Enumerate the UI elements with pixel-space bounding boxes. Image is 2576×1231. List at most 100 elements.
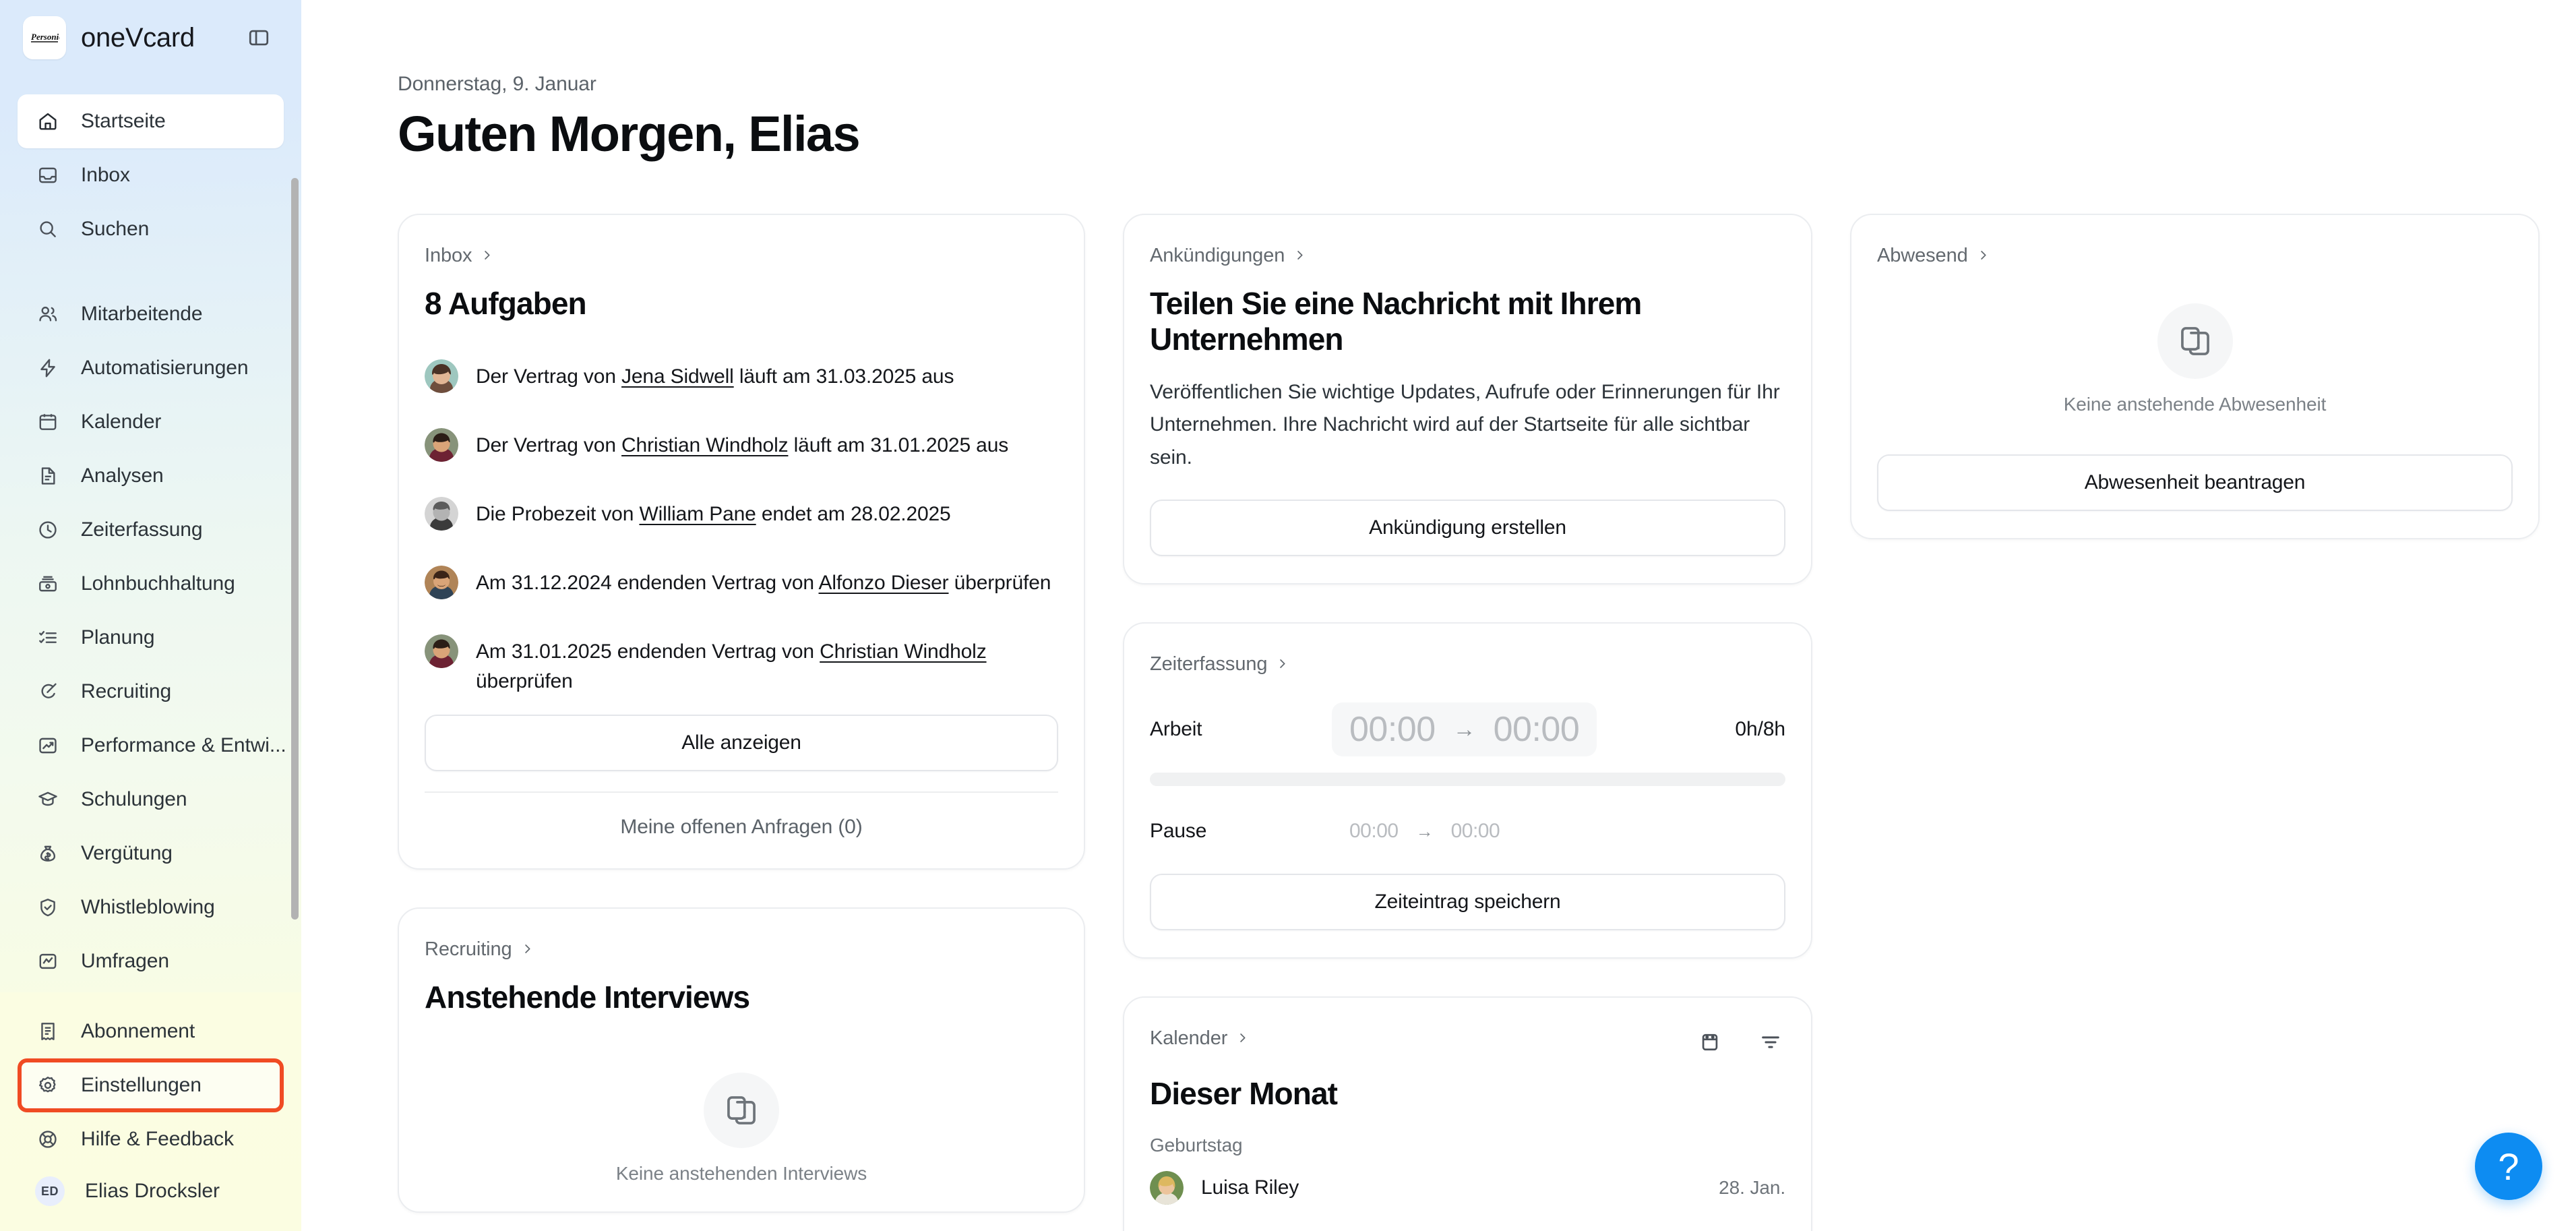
list-item[interactable]: Am 31.01.2025 endenden Vertrag von Chris…	[425, 617, 1058, 715]
sidebar-item-mitarbeitende[interactable]: Mitarbeitende	[18, 287, 284, 341]
break-time-row: Pause 00:00 → 00:00	[1150, 813, 1785, 849]
sidebar-item-startseite[interactable]: Startseite	[18, 94, 284, 148]
sidebar-item-automatisierungen[interactable]: Automatisierungen	[18, 341, 284, 395]
break-end-input[interactable]: 00:00	[1451, 820, 1500, 843]
calendar-card-link[interactable]: Kalender	[1150, 1027, 1249, 1050]
task-prefix: Am 31.12.2024 endenden Vertrag von	[476, 571, 819, 594]
sidebar-item-inbox[interactable]: Inbox	[18, 148, 284, 202]
work-label: Arbeit	[1150, 718, 1202, 741]
chevron-right-icon	[481, 245, 493, 267]
sidebar-item-label: Planung	[81, 626, 155, 649]
sidebar-item-verguetung[interactable]: Vergütung	[18, 827, 284, 880]
inbox-icon	[35, 162, 61, 188]
break-start-input[interactable]: 00:00	[1349, 820, 1399, 843]
panel-left-icon[interactable]	[243, 22, 274, 53]
calendar-view-icon[interactable]	[1695, 1027, 1725, 1057]
task-person-link: Christian Windholz	[820, 640, 987, 663]
inbox-card-link[interactable]: Inbox	[425, 245, 493, 267]
sidebar-item-label: Kalender	[81, 411, 162, 433]
break-label: Pause	[1150, 820, 1207, 843]
page-header: Donnerstag, 9. Januar Guten Morgen, Elia…	[398, 0, 2540, 162]
sidebar-scrollbar[interactable]	[291, 76, 299, 992]
filter-icon[interactable]	[1756, 1027, 1785, 1057]
sidebar-item-kalender[interactable]: Kalender	[18, 395, 284, 449]
request-absence-button[interactable]: Abwesenheit beantragen	[1877, 454, 2513, 511]
absence-empty-state: Keine anstehende Abwesenheit	[1877, 303, 2513, 415]
absence-card-link[interactable]: Abwesend	[1877, 245, 1990, 267]
task-prefix: Am 31.01.2025 endenden Vertrag von	[476, 640, 820, 663]
avatar	[425, 359, 458, 393]
announcements-card-link[interactable]: Ankündigungen	[1150, 245, 1306, 267]
announcements-card: Ankündigungen Teilen Sie eine Nachricht …	[1123, 213, 1812, 585]
sidebar-item-analysen[interactable]: Analysen	[18, 449, 284, 503]
list-item[interactable]: Die Probezeit von William Pane endet am …	[425, 479, 1058, 548]
sidebar-item-hilfe-feedback[interactable]: Hilfe & Feedback	[18, 1112, 284, 1166]
work-start-input[interactable]: 00:00	[1349, 709, 1436, 750]
sidebar: Personio oneVcard	[0, 0, 301, 1231]
page-title: Guten Morgen, Elias	[398, 106, 861, 162]
checklist-icon	[35, 625, 61, 651]
list-item[interactable]: Terisa Mancuso 29. Jan.	[1150, 1220, 1785, 1231]
calendar-card-actions	[1695, 1027, 1785, 1057]
work-total: 0h/8h	[1735, 718, 1785, 741]
break-time-inputs[interactable]: 00:00 → 00:00	[1332, 813, 1517, 849]
calendar-card-link-label: Kalender	[1150, 1027, 1228, 1050]
chevron-right-icon	[1276, 653, 1289, 675]
survey-icon	[35, 949, 61, 974]
sidebar-item-einstellungen[interactable]: Einstellungen	[18, 1058, 284, 1112]
announcements-card-link-label: Ankündigungen	[1150, 244, 1285, 266]
bolt-icon	[35, 355, 61, 381]
sidebar-item-label: Analysen	[81, 464, 164, 487]
sidebar-item-lohnbuchhaltung[interactable]: Lohnbuchhaltung	[18, 557, 284, 611]
list-item-text: Der Vertrag von Christian Windholz läuft…	[476, 428, 1008, 460]
svg-text:Personio: Personio	[31, 32, 59, 42]
sidebar-item-label: Zeiterfassung	[81, 518, 203, 541]
clock-icon	[35, 517, 61, 543]
list-item[interactable]: Luisa Riley 28. Jan.	[1150, 1156, 1785, 1220]
list-item[interactable]: Am 31.12.2024 endenden Vertrag von Alfon…	[425, 548, 1058, 617]
work-time-row: Arbeit 00:00 → 00:00 0h/8h	[1150, 702, 1785, 757]
calendar-card-title: Dieser Monat	[1150, 1076, 1338, 1112]
help-fab-button[interactable]: ?	[2475, 1133, 2542, 1200]
my-open-requests-link[interactable]: Meine offenen Anfragen (0)	[425, 793, 1058, 841]
app-root: Personio oneVcard	[0, 0, 2576, 1231]
sidebar-item-abonnement[interactable]: Abonnement	[18, 1004, 284, 1058]
sidebar-item-recruiting[interactable]: Recruiting	[18, 665, 284, 719]
shield-check-icon	[35, 895, 61, 920]
work-end-input[interactable]: 00:00	[1494, 709, 1580, 750]
sidebar-item-label: Recruiting	[81, 680, 172, 702]
time-tracking-card-link[interactable]: Zeiterfassung	[1150, 653, 1289, 675]
sidebar-item-label: Hilfe & Feedback	[81, 1128, 234, 1150]
list-item[interactable]: Der Vertrag von Jena Sidwell läuft am 31…	[425, 342, 1058, 411]
sidebar-item-label: Abonnement	[81, 1020, 195, 1042]
sidebar-item-suchen[interactable]: Suchen	[18, 202, 284, 256]
calendar-card: Kalender Dieser Monat Geburtstag Luisa R…	[1123, 996, 1812, 1231]
sidebar-item-planung[interactable]: Planung	[18, 611, 284, 665]
empty-box-icon	[704, 1073, 779, 1149]
show-all-button[interactable]: Alle anzeigen	[425, 714, 1058, 771]
sidebar-user-profile[interactable]: ED Elias Drocksler	[18, 1166, 284, 1216]
inbox-card-title: 8 Aufgaben	[425, 285, 587, 321]
sidebar-user-name: Elias Drocksler	[85, 1180, 220, 1202]
work-time-inputs[interactable]: 00:00 → 00:00	[1332, 702, 1597, 757]
work-progress-bar	[1150, 773, 1785, 787]
search-icon	[35, 216, 61, 242]
inbox-card-link-label: Inbox	[425, 244, 472, 266]
sidebar-item-zeiterfassung[interactable]: Zeiterfassung	[18, 503, 284, 557]
task-person-link: Christian Windholz	[621, 433, 789, 456]
save-time-entry-button[interactable]: Zeiteintrag speichern	[1150, 874, 1785, 931]
sidebar-item-umfragen[interactable]: Umfragen	[18, 934, 284, 988]
sidebar-scrollbar-thumb[interactable]	[291, 178, 299, 920]
sidebar-item-performance[interactable]: Performance & Entwi...	[18, 719, 286, 773]
recruiting-card-link[interactable]: Recruiting	[425, 938, 534, 961]
brand-name: oneVcard	[81, 22, 195, 53]
chart-growth-icon	[35, 733, 61, 758]
personio-logo-icon: Personio	[31, 32, 59, 42]
list-item[interactable]: Der Vertrag von Christian Windholz läuft…	[425, 411, 1058, 479]
main-content: Donnerstag, 9. Januar Guten Morgen, Elia…	[301, 0, 2576, 1231]
sidebar-item-schulungen[interactable]: Schulungen	[18, 773, 284, 827]
avatar	[1150, 1171, 1184, 1205]
create-announcement-button[interactable]: Ankündigung erstellen	[1150, 500, 1785, 557]
sidebar-item-whistleblowing[interactable]: Whistleblowing	[18, 880, 284, 934]
sidebar-item-label: Lohnbuchhaltung	[81, 572, 235, 595]
